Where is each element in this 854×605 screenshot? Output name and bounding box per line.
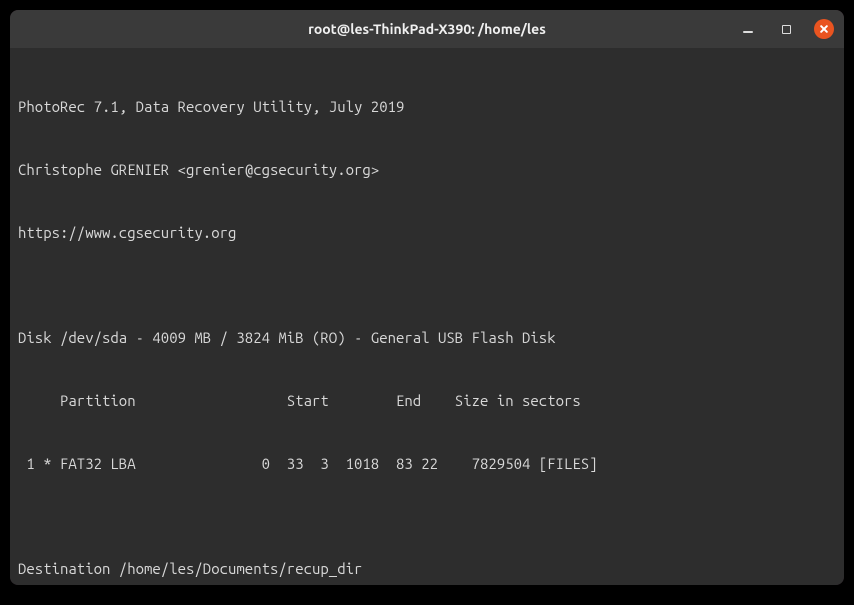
window-controls (738, 19, 834, 39)
destination-line: Destination /home/les/Documents/recup_di… (18, 558, 836, 579)
close-button[interactable] (814, 19, 834, 39)
maximize-button[interactable] (776, 19, 796, 39)
partition-row-line: 1 * FAT32 LBA 0 33 3 1018 83 22 7829504 … (18, 453, 836, 474)
window-title: root@les-ThinkPad-X390: /home/les (308, 21, 546, 37)
minimize-icon (743, 31, 753, 33)
maximize-icon (782, 25, 791, 34)
url-line: https://www.cgsecurity.org (18, 222, 836, 243)
app-header-line: PhotoRec 7.1, Data Recovery Utility, Jul… (18, 96, 836, 117)
author-line: Christophe GRENIER <grenier@cgsecurity.o… (18, 159, 836, 180)
terminal-window: root@les-ThinkPad-X390: /home/les PhotoR… (10, 10, 844, 585)
partition-header-line: Partition Start End Size in sectors (18, 390, 836, 411)
minimize-button[interactable] (738, 19, 758, 39)
disk-line: Disk /dev/sda - 4009 MB / 3824 MiB (RO) … (18, 327, 836, 348)
terminal-content[interactable]: PhotoRec 7.1, Data Recovery Utility, Jul… (10, 48, 844, 585)
close-icon (819, 24, 829, 34)
titlebar: root@les-ThinkPad-X390: /home/les (10, 10, 844, 48)
